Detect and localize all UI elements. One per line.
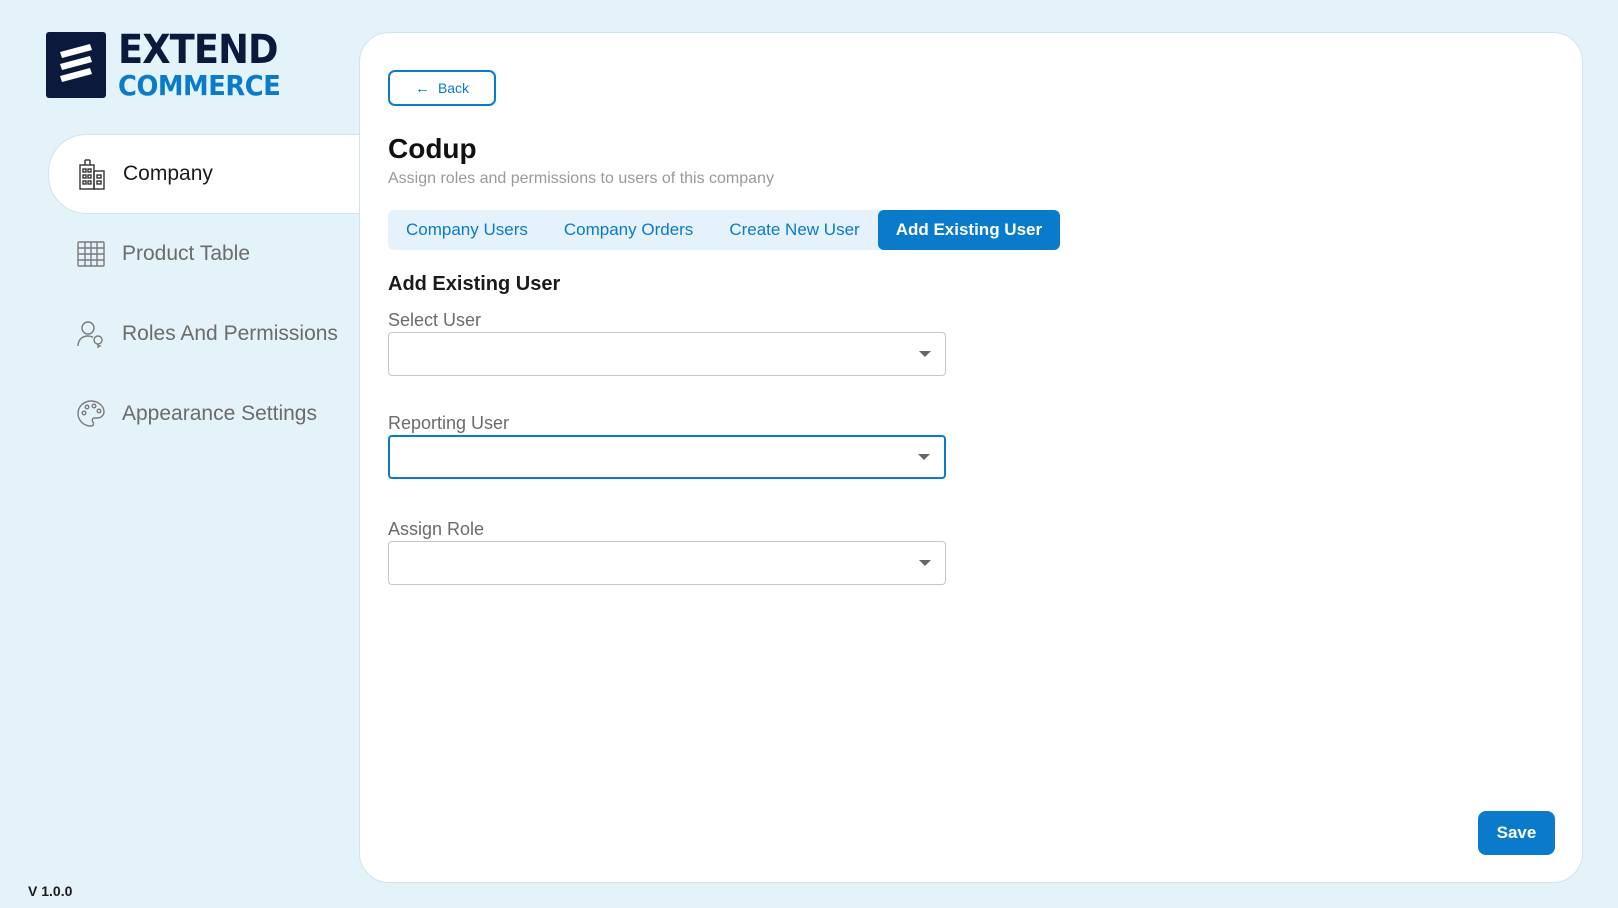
arrow-left-icon: ← — [414, 79, 430, 97]
select-user-label: Select User — [388, 310, 482, 330]
sidebar-item-label: Product Table — [122, 242, 251, 265]
chevron-down-icon — [919, 560, 931, 566]
table-icon — [74, 237, 108, 271]
reporting-user-label: Reporting User — [388, 413, 510, 433]
sidebar-item-label: Appearance Settings — [122, 402, 317, 425]
back-button[interactable]: ← Back — [388, 70, 496, 106]
brand-line1: EXTEND — [118, 27, 278, 73]
user-key-icon — [74, 317, 108, 351]
main-panel: ← Back Codup Assign roles and permission… — [359, 32, 1583, 883]
save-button[interactable]: Save — [1478, 811, 1555, 855]
chevron-down-icon — [919, 351, 931, 357]
page-title: Codup — [388, 133, 477, 164]
sidebar-item-roles-and-permissions[interactable]: Roles And Permissions — [48, 294, 360, 374]
sidebar-nav: Company Product Table Roles And Permissi… — [48, 134, 360, 454]
assign-role-dropdown[interactable] — [388, 541, 946, 585]
tab-company-orders[interactable]: Company Orders — [546, 210, 711, 250]
tab-bar: Company Users Company Orders Create New … — [388, 210, 1061, 250]
sidebar: EXTEND COMMERCE Company Product Table Ro… — [0, 0, 360, 908]
page-subtitle: Assign roles and permissions to users of… — [388, 170, 774, 187]
tab-create-new-user[interactable]: Create New User — [711, 210, 877, 250]
building-icon — [75, 157, 109, 191]
tab-add-existing-user[interactable]: Add Existing User — [877, 210, 1061, 250]
select-user-dropdown[interactable] — [388, 332, 946, 376]
palette-icon — [74, 397, 108, 431]
section-title: Add Existing User — [388, 273, 561, 295]
brand-logo[interactable]: EXTEND COMMERCE — [46, 30, 294, 100]
app-root: EXTEND COMMERCE Company Product Table Ro… — [0, 0, 1618, 908]
chevron-down-icon — [918, 454, 930, 460]
assign-role-label: Assign Role — [388, 519, 485, 539]
sidebar-item-appearance-settings[interactable]: Appearance Settings — [48, 374, 360, 454]
sidebar-item-product-table[interactable]: Product Table — [48, 214, 360, 294]
brand-line2: COMMERCE — [118, 69, 281, 102]
version-label: V 1.0.0 — [28, 883, 73, 899]
sidebar-item-company[interactable]: Company — [48, 134, 360, 214]
reporting-user-dropdown[interactable] — [388, 435, 946, 479]
tab-company-users[interactable]: Company Users — [388, 210, 546, 250]
sidebar-item-label: Company — [123, 162, 213, 185]
sidebar-item-label: Roles And Permissions — [122, 322, 338, 345]
brand-wordmark: EXTEND COMMERCE — [118, 30, 294, 100]
back-button-label: Back — [437, 80, 470, 96]
extend-commerce-logo-icon — [46, 32, 106, 98]
